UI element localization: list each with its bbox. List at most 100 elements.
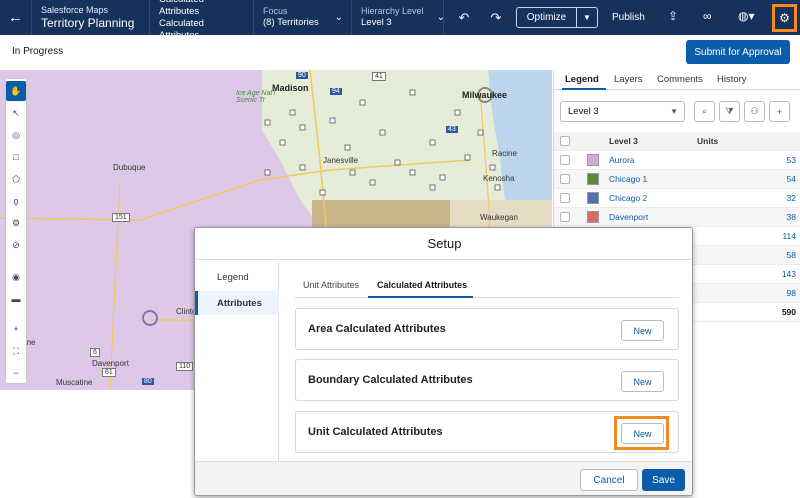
plus-icon: + bbox=[776, 106, 783, 117]
cancel-button[interactable]: Cancel bbox=[580, 469, 638, 491]
hierarchy-value: Level 3 bbox=[361, 17, 392, 28]
map-label-ice-age-trail: Ice Age Nat'l Scenic Tr bbox=[236, 90, 276, 104]
polygon-tool-button[interactable]: ⬠ bbox=[6, 169, 26, 189]
units-total: 590 bbox=[781, 307, 796, 317]
side-item-legend[interactable]: Legend bbox=[195, 265, 279, 289]
pan-tool-button[interactable]: ✋ bbox=[6, 81, 26, 101]
table-row[interactable]: Chicago 2 32 bbox=[554, 189, 800, 208]
ruler-icon: ▬ bbox=[11, 294, 21, 304]
link-button[interactable]: ∞ bbox=[703, 9, 712, 23]
map-label-milwaukee: Milwaukee bbox=[462, 90, 508, 100]
map-toolbar: ✋ ↖ ◎ □ ⬠ ϙ ⚙ ⊘ ◉ ▬ + ⛶ − bbox=[5, 78, 27, 384]
level-select[interactable]: Level 3 ▼ bbox=[560, 101, 685, 122]
territory-units: 143 bbox=[781, 269, 796, 279]
tab-history[interactable]: History bbox=[717, 74, 747, 85]
territory-name[interactable]: Aurora bbox=[609, 155, 635, 165]
optimize-button[interactable]: Optimize bbox=[517, 8, 577, 27]
active-tab-indicator bbox=[562, 88, 606, 90]
optimize-button-group: Optimize ▼ bbox=[516, 7, 598, 28]
map-label-davenport: Davenport bbox=[92, 359, 129, 368]
new-area-attribute-button[interactable]: New bbox=[621, 320, 664, 341]
settings-button[interactable]: ⚙ bbox=[772, 4, 797, 32]
territory-name[interactable]: Davenport bbox=[609, 212, 648, 222]
route-shield: 110 bbox=[176, 362, 194, 371]
focus-selector[interactable]: Focus (8) Territories ⌄ bbox=[254, 0, 352, 35]
setup-modal: Setup Legend Attributes Unit Attributes … bbox=[194, 227, 693, 496]
color-swatch[interactable] bbox=[587, 173, 599, 185]
tab-layers[interactable]: Layers bbox=[614, 74, 643, 85]
share-button[interactable]: ⇪ bbox=[668, 9, 678, 23]
add-button[interactable]: + bbox=[769, 101, 790, 122]
calc-line-2: Calculated Attributes bbox=[159, 17, 204, 41]
save-button[interactable]: Save bbox=[642, 469, 685, 491]
app-title-block: Salesforce Maps Territory Planning bbox=[32, 0, 150, 35]
circle-tool-button[interactable]: ◎ bbox=[6, 125, 26, 145]
route-shield: 43 bbox=[446, 126, 458, 133]
calculated-attributes-block[interactable]: Calculated Attributes Calculated Attribu… bbox=[150, 0, 254, 41]
redo-button[interactable]: ↷ bbox=[480, 0, 512, 35]
row-checkbox[interactable] bbox=[560, 155, 570, 165]
zoom-in-button[interactable]: + bbox=[6, 319, 26, 339]
layers-icon: ◉ bbox=[12, 271, 20, 282]
lasso-tool-button[interactable]: ϙ bbox=[6, 191, 26, 211]
territory-units: 114 bbox=[782, 231, 796, 241]
lasso-icon: ϙ bbox=[13, 196, 19, 206]
select-tool-button[interactable]: ↖ bbox=[6, 103, 26, 123]
territory-units: 54 bbox=[786, 174, 796, 184]
hierarchy-level-selector[interactable]: Hierarchy Level Level 3 ⌄ bbox=[352, 0, 445, 35]
new-unit-attribute-button[interactable]: New bbox=[621, 423, 664, 444]
card-title: Boundary Calculated Attributes bbox=[308, 374, 473, 386]
row-checkbox[interactable] bbox=[560, 174, 570, 184]
table-row[interactable]: Aurora 53 bbox=[554, 151, 800, 170]
hand-icon: ✋ bbox=[10, 85, 22, 96]
globe-icon: ◍▾ bbox=[738, 9, 755, 23]
focus-label: Focus bbox=[263, 6, 288, 16]
attribute-subtabs: Unit Attributes Calculated Attributes bbox=[295, 272, 679, 298]
table-header: Level 3 Units bbox=[554, 132, 800, 151]
layers-tool-button[interactable]: ◉ bbox=[6, 267, 26, 287]
share-icon: ⇪ bbox=[668, 9, 679, 23]
cursor-icon: ↖ bbox=[12, 107, 20, 118]
fit-bounds-button[interactable]: ⛶ bbox=[6, 341, 26, 361]
tab-comments[interactable]: Comments bbox=[657, 74, 703, 85]
tab-legend[interactable]: Legend bbox=[565, 74, 599, 85]
clear-tool-button[interactable]: ⊘ bbox=[6, 235, 26, 255]
color-swatch[interactable] bbox=[587, 154, 599, 166]
link-icon: ∞ bbox=[703, 9, 712, 23]
route-shield: 80 bbox=[142, 378, 154, 385]
measure-tool-button[interactable]: ▬ bbox=[6, 289, 26, 309]
filter-button[interactable]: ⧩ bbox=[719, 101, 740, 122]
color-swatch[interactable] bbox=[587, 192, 599, 204]
map-label-madison: Madison bbox=[272, 83, 309, 93]
publish-button[interactable]: Publish bbox=[612, 0, 645, 35]
tab-unit-attributes[interactable]: Unit Attributes bbox=[303, 280, 359, 290]
submit-for-approval-button[interactable]: Submit for Approval bbox=[686, 40, 790, 64]
territory-name[interactable]: Chicago 2 bbox=[609, 193, 647, 203]
column-units-header: Units bbox=[697, 136, 719, 146]
search-button[interactable]: ⌕ bbox=[694, 101, 715, 122]
color-swatch[interactable] bbox=[587, 211, 599, 223]
select-all-checkbox[interactable] bbox=[560, 136, 570, 146]
map-label-muscatine: Muscatine bbox=[56, 378, 93, 387]
optimize-dropdown[interactable]: ▼ bbox=[577, 8, 597, 27]
row-checkbox[interactable] bbox=[560, 212, 570, 222]
rectangle-tool-button[interactable]: □ bbox=[6, 147, 26, 167]
back-button[interactable]: ← bbox=[0, 0, 32, 35]
tab-calculated-attributes[interactable]: Calculated Attributes bbox=[377, 280, 467, 290]
table-row[interactable]: Chicago 1 54 bbox=[554, 170, 800, 189]
globe-menu-button[interactable]: ◍▾ bbox=[738, 9, 755, 23]
zoom-out-button[interactable]: − bbox=[6, 363, 26, 383]
modal-footer: Cancel Save bbox=[195, 461, 692, 495]
redo-icon: ↷ bbox=[490, 9, 502, 25]
hierarchy-button[interactable]: ⚇ bbox=[744, 101, 765, 122]
table-row[interactable]: Davenport 38 bbox=[554, 208, 800, 227]
new-boundary-attribute-button[interactable]: New bbox=[621, 371, 664, 392]
side-item-attributes[interactable]: Attributes bbox=[195, 291, 279, 315]
undo-button[interactable]: ↶ bbox=[448, 0, 480, 35]
page-title: Territory Planning bbox=[41, 15, 135, 30]
settings-tool-button[interactable]: ⚙ bbox=[6, 213, 26, 233]
territory-name[interactable]: Chicago 1 bbox=[609, 174, 647, 184]
status-label: In Progress bbox=[12, 46, 64, 57]
row-checkbox[interactable] bbox=[560, 193, 570, 203]
arrow-left-icon: ← bbox=[8, 9, 23, 26]
